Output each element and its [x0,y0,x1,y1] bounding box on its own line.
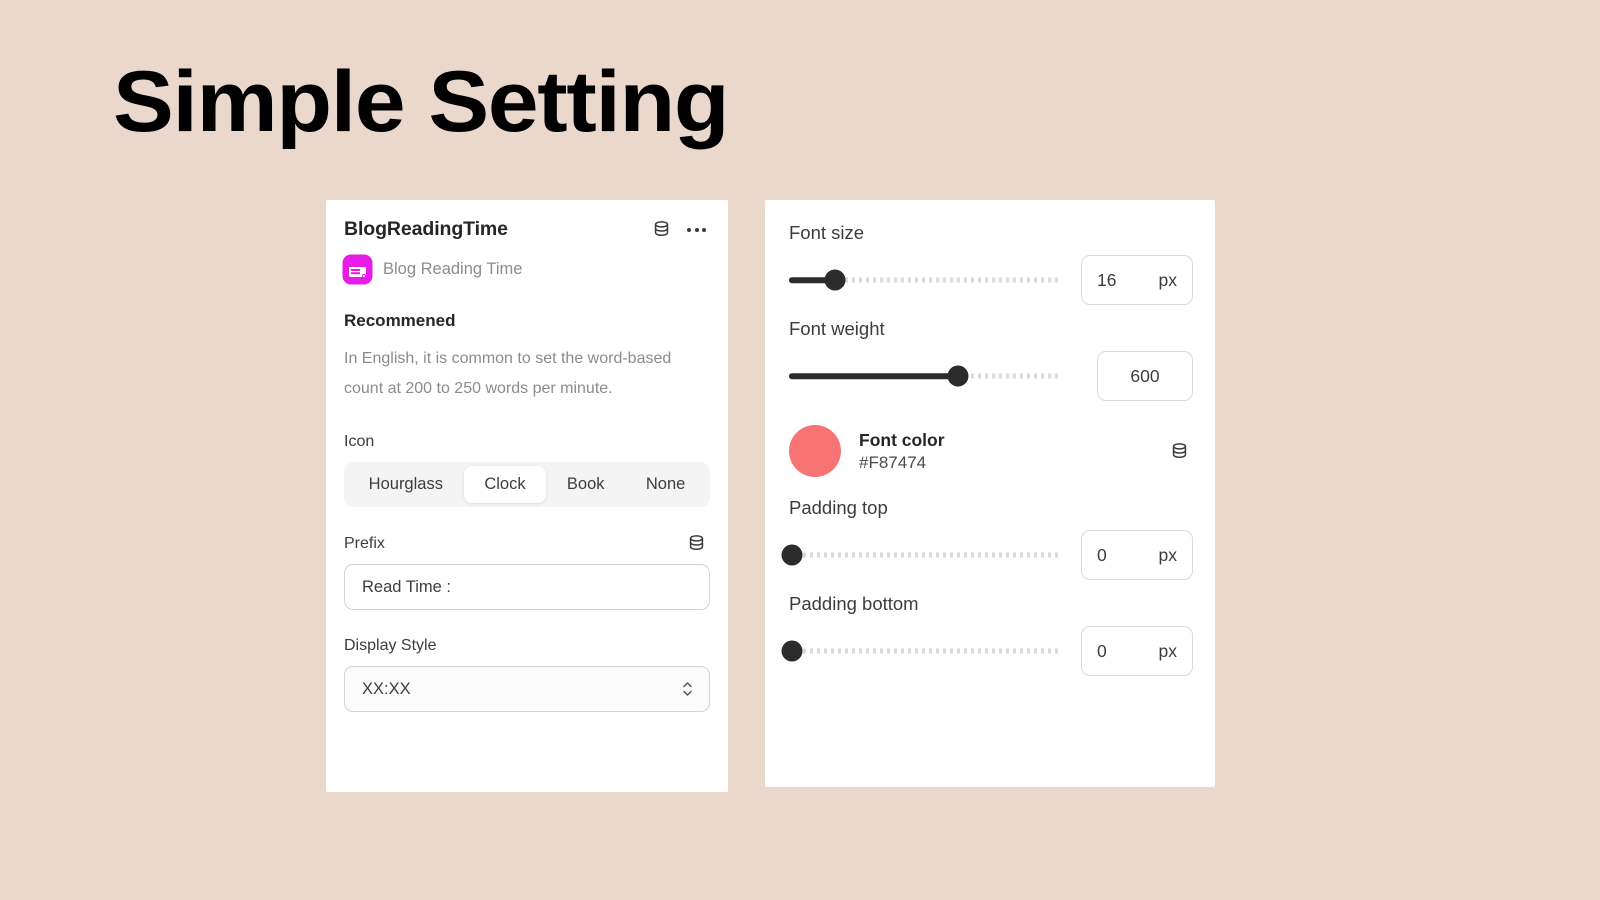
slider-fill [789,373,958,379]
slider-thumb[interactable] [781,544,803,566]
padding-bottom-group: Padding bottom 0 px [781,593,1193,682]
padding-bottom-value: 0 [1097,640,1107,661]
icon-field: Icon Hourglass Clock Book None [344,433,710,508]
display-style-label: Display Style [344,637,437,655]
font-size-input[interactable]: 16 px [1081,255,1193,305]
settings-panel-left: BlogReadingTime Blog Reading Time Recomm… [326,200,728,792]
font-color-hex: #F87474 [859,452,927,472]
padding-top-value: 0 [1097,544,1107,565]
font-color-database-icon[interactable] [1170,442,1189,461]
app-subtitle-label: Blog Reading Time [383,260,523,278]
display-style-select[interactable]: XX:XX [344,666,710,713]
slider-track [789,552,1061,558]
prefix-field-label: Prefix [344,534,385,552]
padding-bottom-slider[interactable] [781,638,1061,664]
screen-root: Simple Setting BlogReadingTime Blog Read… [0,0,1600,900]
font-weight-slider[interactable] [789,363,1061,389]
card-header: BlogReadingTime [344,218,710,241]
slider-thumb[interactable] [781,640,803,662]
font-color-group: Font color #F87474 [789,425,1193,477]
font-size-group: Font size 16 px [789,222,1193,311]
icon-segmented-control[interactable]: Hourglass Clock Book None [344,462,710,508]
padding-top-input[interactable]: 0 px [1081,530,1193,580]
segment-clock[interactable]: Clock [463,466,547,504]
slider-thumb[interactable] [947,365,969,387]
font-color-label: Font color [859,429,945,450]
padding-bottom-unit: px [1158,640,1177,661]
font-weight-group: Font weight 600 [789,318,1193,407]
display-style-field: Display Style XX:XX [344,637,710,713]
page-title: Simple Setting [113,54,730,150]
font-weight-input[interactable]: 600 [1097,351,1193,401]
icon-field-label: Icon [344,433,375,451]
database-icon[interactable] [652,220,671,239]
segment-book[interactable]: Book [546,466,625,503]
padding-top-slider[interactable] [781,542,1061,568]
font-weight-value: 600 [1130,365,1160,386]
font-size-unit: px [1158,269,1177,290]
font-color-swatch[interactable] [789,425,841,477]
padding-bottom-label: Padding bottom [789,593,919,614]
recommended-heading: Recommened [344,311,456,330]
padding-top-label: Padding top [789,497,888,518]
prefix-database-icon[interactable] [687,534,706,553]
blog-reading-time-app-icon [344,256,371,283]
chevron-up-down-icon [681,678,694,700]
segment-none[interactable]: None [625,466,706,503]
slider-thumb[interactable] [824,269,846,291]
padding-bottom-input[interactable]: 0 px [1081,626,1193,676]
card-title: BlogReadingTime [344,218,508,240]
font-size-slider[interactable] [789,267,1061,293]
padding-top-unit: px [1158,544,1177,565]
slider-track [789,648,1061,654]
font-size-value: 16 [1097,269,1117,290]
more-options-icon[interactable] [687,220,706,239]
padding-top-group: Padding top 0 px [781,497,1193,586]
recommended-body: In English, it is common to set the word… [344,350,672,397]
prefix-input[interactable]: Read Time : [344,564,710,611]
settings-panel-right: Font size 16 px Font weight 600 Font col… [765,200,1215,787]
card-header-actions [652,220,706,239]
app-subtitle-row: Blog Reading Time [344,256,710,283]
font-weight-label: Font weight [789,318,885,339]
segment-hourglass[interactable]: Hourglass [348,466,464,503]
font-size-label: Font size [789,222,865,243]
display-style-value: XX:XX [362,679,411,698]
prefix-field: Prefix Read Time : [344,534,710,611]
